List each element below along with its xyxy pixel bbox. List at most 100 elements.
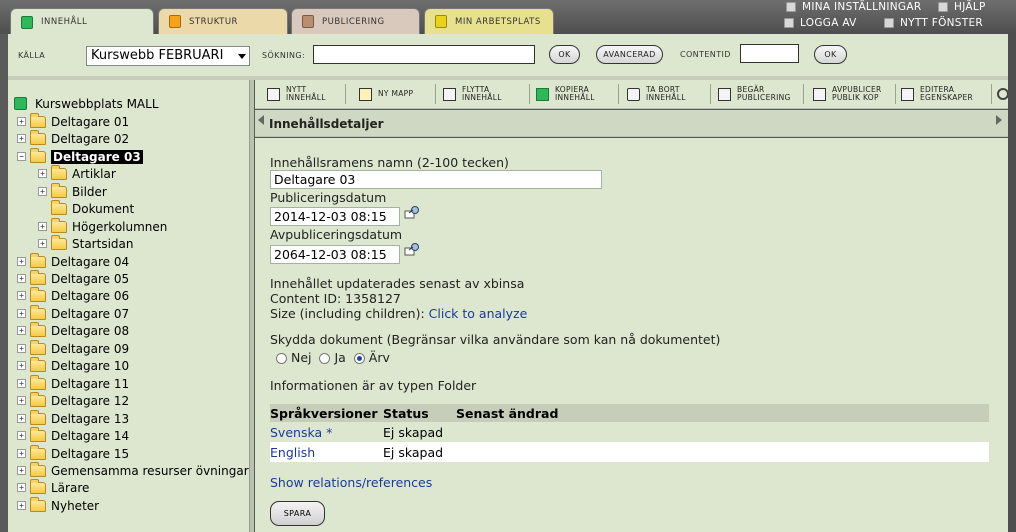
tree-item[interactable]: + Startsidan	[38, 234, 134, 252]
expand-icon[interactable]: +	[38, 169, 47, 178]
tree-item[interactable]: + Högerkolumnen	[38, 217, 167, 235]
tab-label: Publicering	[322, 16, 385, 27]
tree-item-selected[interactable]: − Deltagare 03	[17, 147, 143, 165]
tree-item-label: Startsidan	[72, 236, 134, 251]
expand-icon[interactable]: +	[17, 361, 26, 370]
tree-item[interactable]: + Deltagare 10	[17, 356, 129, 374]
expand-icon[interactable]: +	[17, 309, 26, 318]
expand-icon[interactable]: +	[17, 344, 26, 353]
expand-icon[interactable]: +	[38, 222, 47, 231]
tab-struktur[interactable]: Struktur	[158, 8, 288, 34]
expand-icon[interactable]: +	[38, 239, 47, 248]
contentid-ok-button[interactable]: OK	[814, 45, 847, 64]
delete-content-button[interactable]: Ta bort innehåll	[627, 83, 708, 105]
new-window-link[interactable]: Nytt fönster	[884, 17, 983, 29]
help-link[interactable]: Hjälp	[938, 1, 986, 13]
tab-publicering[interactable]: Publicering	[291, 8, 420, 34]
date-picker-icon[interactable]	[404, 242, 420, 256]
tree-item-label: Artiklar	[72, 166, 116, 181]
expand-icon[interactable]: +	[17, 134, 26, 143]
save-button[interactable]: Spara	[270, 501, 325, 526]
collapse-icon[interactable]: −	[17, 152, 26, 161]
panel-splitter[interactable]	[249, 80, 254, 532]
tree-item[interactable]: + Deltagare 12	[17, 391, 129, 409]
language-link-english[interactable]: English	[270, 445, 383, 460]
pubdate-label: Publiceringsdatum	[270, 190, 387, 205]
tab-min-arbetsplats[interactable]: Min arbetsplats	[424, 8, 554, 34]
tree-item[interactable]: + Deltagare 04	[17, 252, 129, 270]
radio-arv[interactable]	[353, 353, 365, 364]
expand-icon[interactable]: +	[17, 379, 26, 388]
tree-item-label: Deltagare 11	[51, 376, 130, 391]
radio-nej[interactable]	[276, 353, 287, 364]
search-input[interactable]	[313, 45, 535, 64]
new-content-button[interactable]: Nytt innehåll	[267, 83, 348, 105]
tree-item[interactable]: + Deltagare 14	[17, 426, 129, 444]
expand-icon[interactable]: +	[17, 449, 26, 458]
tree-item[interactable]: + Lärare	[17, 478, 89, 496]
request-publish-button[interactable]: Begär publicering	[718, 83, 799, 105]
expand-icon[interactable]: +	[38, 187, 47, 196]
tree-item-label: Nyheter	[51, 498, 100, 513]
date-picker-icon[interactable]	[404, 205, 420, 219]
tree-item[interactable]: + Deltagare 07	[17, 304, 129, 322]
settings-link[interactable]: Mina inställningar	[786, 1, 921, 13]
tree-item[interactable]: + Deltagare 06	[17, 286, 129, 304]
language-link-svenska[interactable]: Svenska *	[270, 425, 383, 440]
move-content-button[interactable]: Flytta innehåll	[443, 83, 524, 105]
expand-icon[interactable]: +	[17, 396, 26, 405]
expand-icon[interactable]: +	[17, 291, 26, 300]
copy-content-button[interactable]: Kopiera innehåll	[536, 83, 617, 105]
more-options-icon[interactable]	[997, 88, 1008, 100]
help-label: Hjälp	[954, 1, 986, 13]
protect-radio-group: Nej Ja Ärv	[276, 350, 390, 365]
expand-icon[interactable]: +	[17, 326, 26, 335]
analyze-size-link[interactable]: Click to analyze	[429, 306, 528, 321]
expand-icon[interactable]: +	[17, 274, 26, 283]
cube-icon	[938, 2, 948, 12]
edit-properties-button[interactable]: Editera egenskaper	[901, 83, 990, 105]
tree-item[interactable]: Dokument	[38, 199, 134, 217]
tree-item[interactable]: + Deltagare 05	[17, 269, 129, 287]
tree-item[interactable]: + Gemensamma resurser övningar	[17, 461, 249, 479]
search-ok-button[interactable]: OK	[549, 45, 580, 64]
name-input[interactable]: Deltagare 03	[270, 170, 602, 189]
unpubdate-input[interactable]: 2064-12-03 08:15	[270, 245, 400, 264]
expand-icon[interactable]: +	[17, 466, 26, 475]
source-select[interactable]: Kurswebb FEBRUARI	[86, 46, 250, 66]
tab-innehall[interactable]: Innehåll	[10, 8, 154, 35]
radio-ja[interactable]	[319, 353, 331, 364]
logout-link[interactable]: Logga av	[784, 17, 857, 29]
tree-item[interactable]: + Deltagare 01	[17, 112, 129, 130]
scroll-right-icon[interactable]	[996, 115, 1002, 125]
contentid-input[interactable]	[740, 44, 799, 63]
expand-icon[interactable]: +	[17, 431, 26, 440]
tree-root[interactable]: Kurswebbplats MALL	[14, 95, 159, 112]
relations-link[interactable]: Show relations/references	[270, 475, 432, 490]
tree-item[interactable]: + Bilder	[38, 182, 107, 200]
tree-item[interactable]: + Nyheter	[17, 496, 100, 514]
new-folder-button[interactable]: Ny mapp	[359, 83, 440, 105]
tree-item[interactable]: + Deltagare 13	[17, 409, 129, 427]
tree-item[interactable]: + Artiklar	[38, 164, 116, 182]
tree-item[interactable]: + Deltagare 09	[17, 339, 129, 357]
scroll-left-icon[interactable]	[258, 115, 264, 125]
tree-item[interactable]: + Deltagare 11	[17, 374, 130, 392]
tree-item[interactable]: + Deltagare 08	[17, 321, 129, 339]
expand-icon[interactable]: +	[17, 483, 26, 492]
expand-icon[interactable]: +	[17, 501, 26, 510]
advanced-search-button[interactable]: Avancerad	[596, 45, 663, 64]
expand-icon[interactable]: +	[17, 414, 26, 423]
panel-title: Innehållsdetaljer	[269, 117, 384, 131]
expand-icon[interactable]: +	[17, 257, 26, 266]
expand-icon[interactable]: +	[17, 117, 26, 126]
unpubdate-label: Avpubliceringsdatum	[270, 227, 403, 242]
radio-arv-label: Ärv	[368, 350, 390, 365]
unpublish-copy-button[interactable]: Avpublicer publik kop	[813, 83, 894, 105]
tree-item[interactable]: + Deltagare 15	[17, 444, 129, 462]
tree-item[interactable]: + Deltagare 02	[17, 129, 129, 147]
new-document-icon	[267, 87, 280, 101]
content-tree: Kurswebbplats MALL + Deltagare 01 + Deltag…	[8, 80, 249, 532]
folder-icon	[51, 217, 67, 233]
pubdate-input[interactable]: 2014-12-03 08:15	[270, 207, 400, 226]
